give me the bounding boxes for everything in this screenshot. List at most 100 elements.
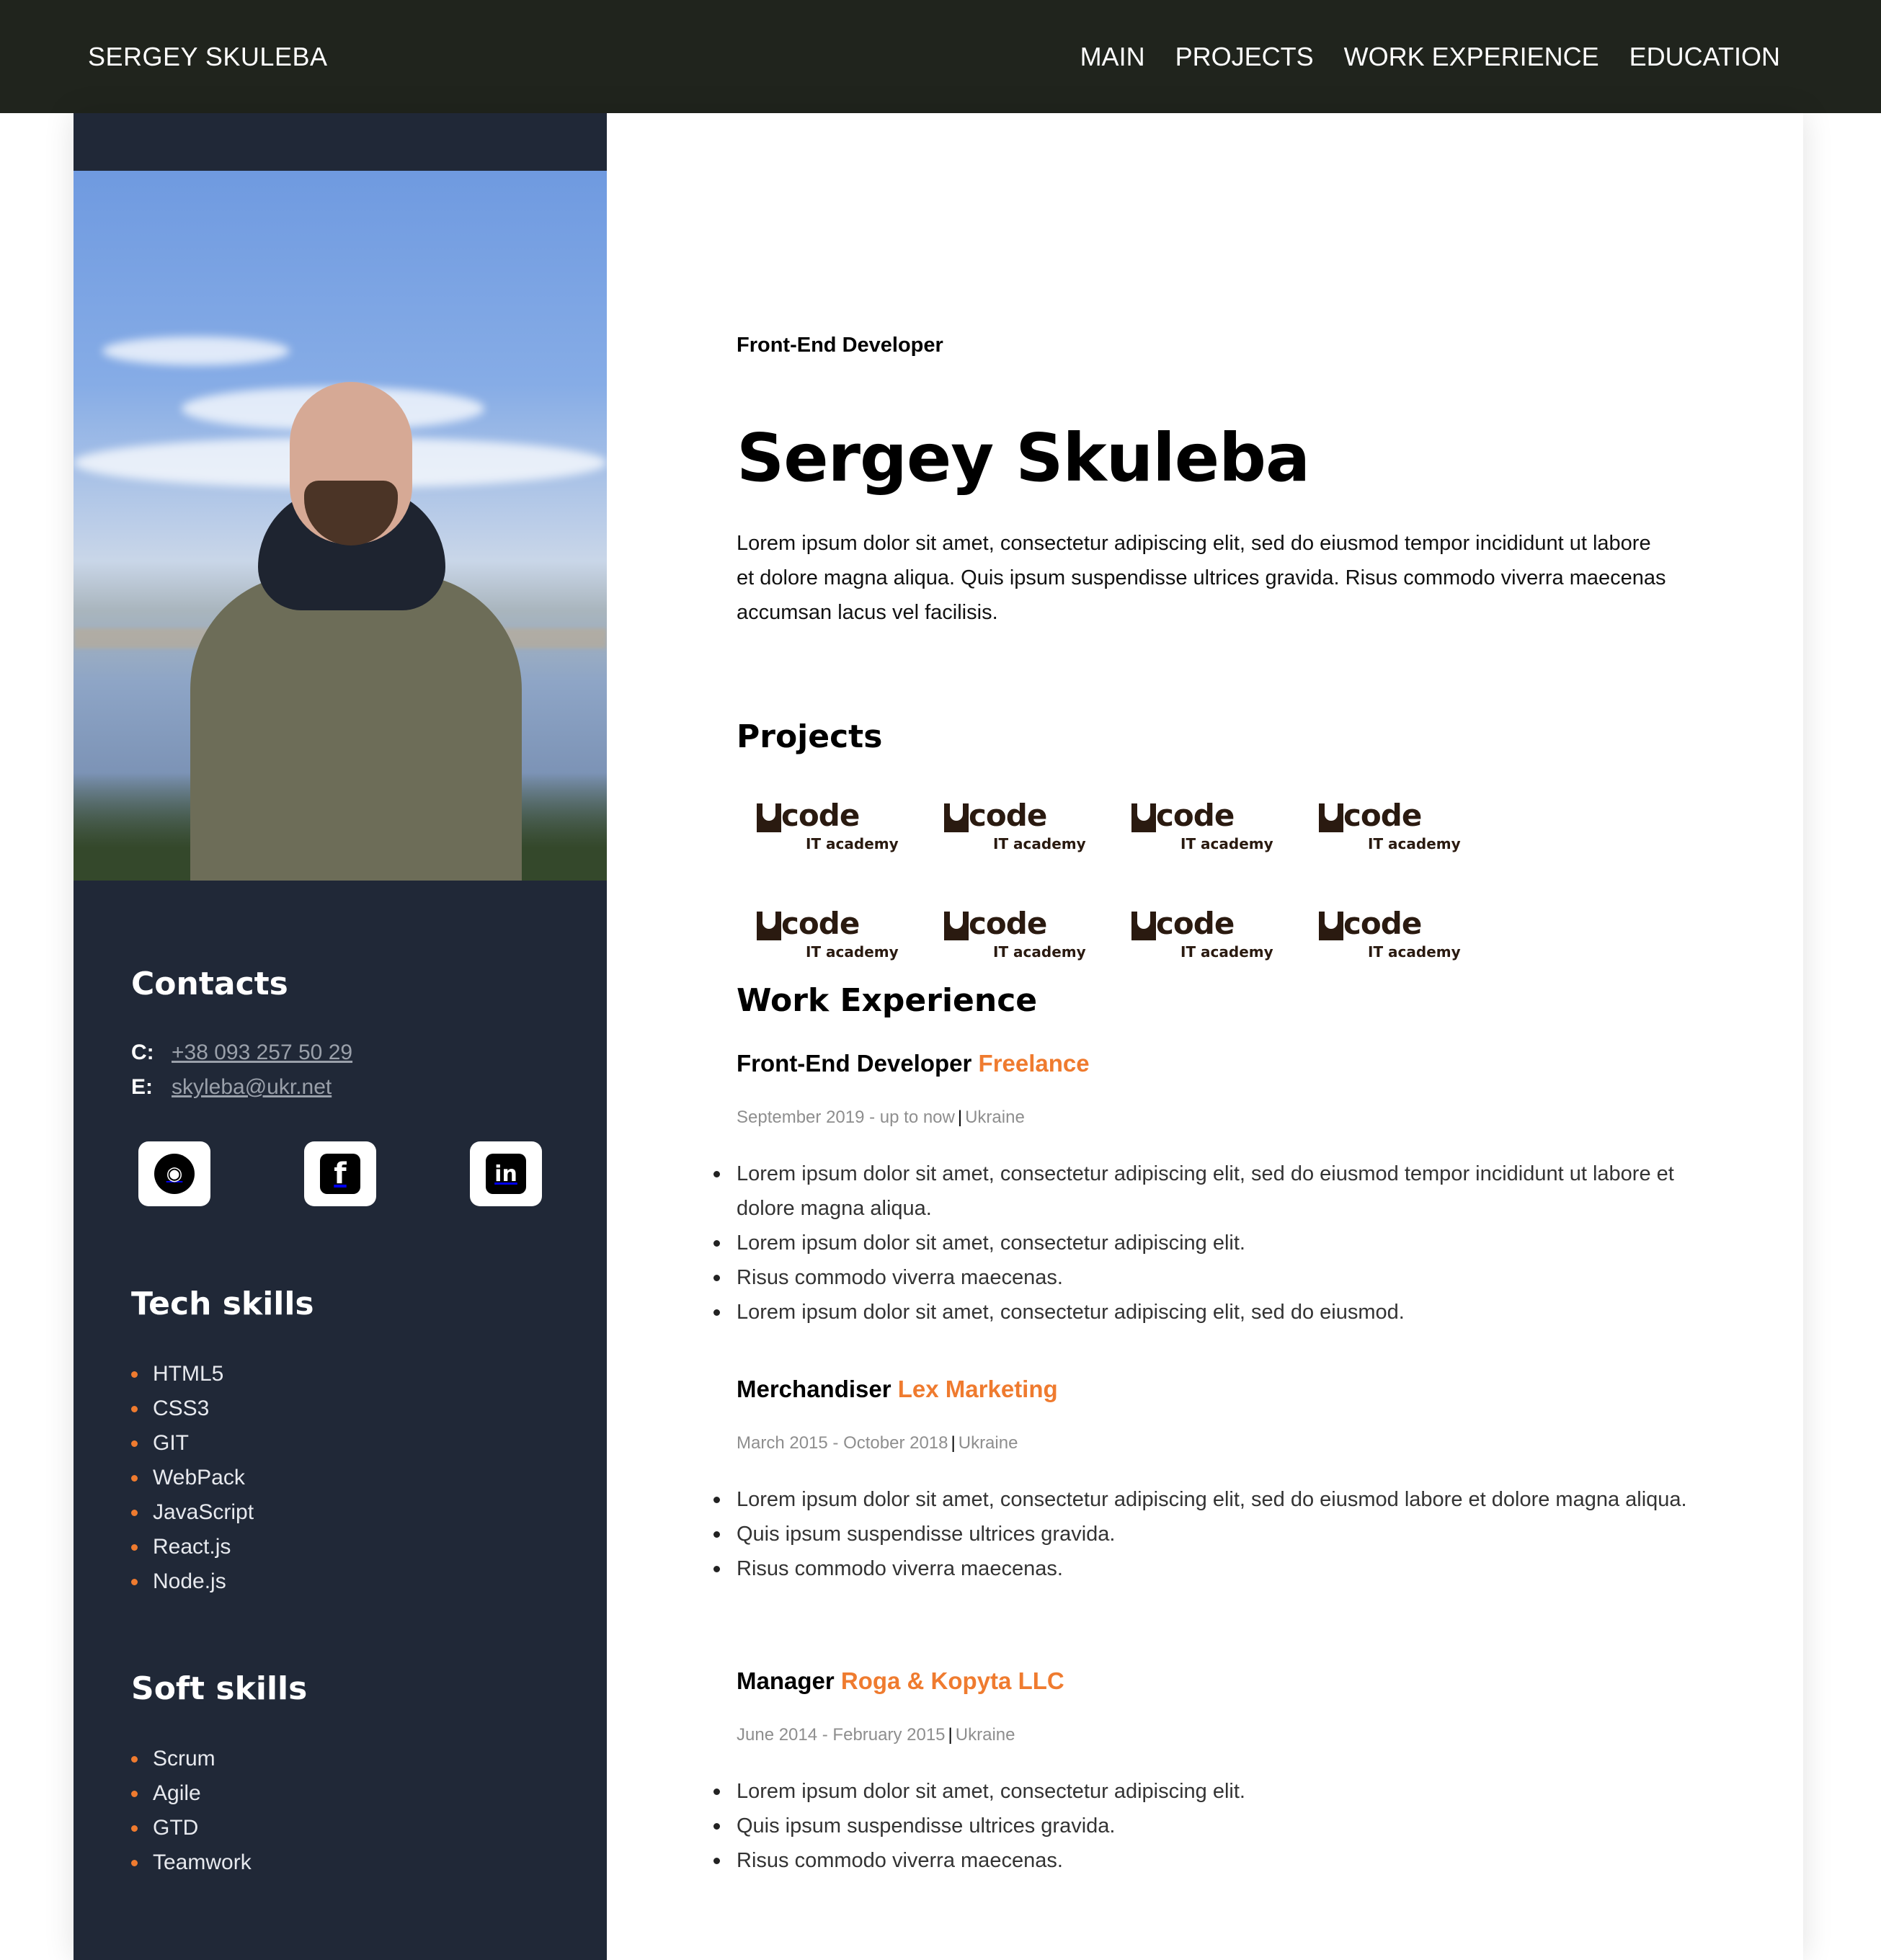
job-company: Lex Marketing xyxy=(897,1376,1058,1402)
logo-word: code xyxy=(1156,798,1235,833)
project-logo[interactable]: code IT academy xyxy=(1111,906,1277,971)
job-position: Front-End Developer xyxy=(737,1050,972,1077)
job-bullet: Lorem ipsum dolor sit amet, consectetur … xyxy=(713,1774,1702,1809)
facebook-icon: f xyxy=(320,1154,360,1194)
logo-word: code xyxy=(969,906,1047,941)
job-position: Merchandiser xyxy=(737,1376,891,1402)
job-bullet: Lorem ipsum dolor sit amet, consectetur … xyxy=(713,1157,1702,1226)
job-bullet: Lorem ipsum dolor sit amet, consectetur … xyxy=(713,1295,1702,1329)
job-title: Merchandiser Lex Marketing xyxy=(737,1376,1058,1403)
logo-word: code xyxy=(1156,906,1235,941)
nav-projects[interactable]: PROJECTS xyxy=(1175,42,1314,72)
ucode-mark xyxy=(1319,912,1343,940)
ucode-mark xyxy=(757,803,781,832)
logo-word: code xyxy=(1343,798,1422,833)
sidebar: Contacts C: +38 093 257 50 29 E: skyleba… xyxy=(74,113,607,1960)
logo-sub: IT academy xyxy=(1180,835,1273,852)
github-button[interactable]: ◉ xyxy=(138,1141,210,1206)
meta-separator: | xyxy=(957,1108,963,1127)
tech-skill-item: JavaScript xyxy=(131,1495,254,1530)
meta-separator: | xyxy=(948,1725,953,1745)
github-icon: ◉ xyxy=(154,1154,195,1194)
resume-sheet: Contacts C: +38 093 257 50 29 E: skyleba… xyxy=(74,113,1803,1960)
logo-word: code xyxy=(781,906,860,941)
soft-skill-item: Scrum xyxy=(131,1742,252,1776)
soft-skills-list: Scrum Agile GTD Teamwork xyxy=(131,1742,252,1880)
linkedin-button[interactable]: in xyxy=(470,1141,542,1206)
nav-education[interactable]: EDUCATION xyxy=(1629,42,1780,72)
tech-skill-item: WebPack xyxy=(131,1461,254,1495)
ucode-mark xyxy=(1131,912,1156,940)
job-position: Manager xyxy=(737,1667,835,1694)
nav-main[interactable]: MAIN xyxy=(1080,42,1145,72)
job-bullets: Lorem ipsum dolor sit amet, consectetur … xyxy=(713,1157,1702,1329)
job-bullets: Lorem ipsum dolor sit amet, consectetur … xyxy=(713,1482,1702,1586)
logo-sub: IT academy xyxy=(806,835,899,852)
job-bullet: Quis ipsum suspendisse ultrices gravida. xyxy=(713,1517,1702,1551)
project-logo[interactable]: code IT academy xyxy=(924,906,1090,971)
tech-skill-item: GIT xyxy=(131,1426,254,1461)
job-bullet: Quis ipsum suspendisse ultrices gravida. xyxy=(713,1809,1702,1843)
ucode-mark xyxy=(944,912,969,940)
tech-skill-item: Node.js xyxy=(131,1564,254,1599)
job-bullet: Risus commodo viverra maecenas. xyxy=(713,1843,1702,1878)
job-title: Front-End Developer Freelance xyxy=(737,1050,1090,1077)
job-meta: September 2019 - up to now | Ukraine xyxy=(737,1108,1025,1128)
logo-sub: IT academy xyxy=(993,943,1086,961)
facebook-button[interactable]: f xyxy=(304,1141,376,1206)
main-nav: MAIN PROJECTS WORK EXPERIENCE EDUCATION xyxy=(1080,42,1780,72)
top-navbar: SERGEY SKULEBA MAIN PROJECTS WORK EXPERI… xyxy=(0,0,1881,113)
logo-sub: IT academy xyxy=(1368,943,1461,961)
phone-link[interactable]: +38 093 257 50 29 xyxy=(172,1041,352,1065)
job-bullet: Lorem ipsum dolor sit amet, consectetur … xyxy=(713,1482,1702,1517)
project-logo[interactable]: code IT academy xyxy=(737,798,902,863)
job-location: Ukraine xyxy=(958,1433,1018,1453)
project-logo[interactable]: code IT academy xyxy=(1299,798,1464,863)
job-period: September 2019 - up to now xyxy=(737,1108,955,1127)
logo-word: code xyxy=(969,798,1047,833)
job-location: Ukraine xyxy=(965,1108,1025,1127)
tech-skill-item: CSS3 xyxy=(131,1391,254,1426)
meta-separator: | xyxy=(951,1433,956,1453)
project-logo[interactable]: code IT academy xyxy=(737,906,902,971)
nav-work-experience[interactable]: WORK EXPERIENCE xyxy=(1344,42,1599,72)
project-logo[interactable]: code IT academy xyxy=(1299,906,1464,971)
ucode-mark xyxy=(944,803,969,832)
job-bullet: Lorem ipsum dolor sit amet, consectetur … xyxy=(713,1226,1702,1260)
job-bullet: Risus commodo viverra maecenas. xyxy=(713,1551,1702,1586)
contact-phone-key: C: xyxy=(131,1041,154,1064)
contact-phone: C: +38 093 257 50 29 xyxy=(131,1041,352,1065)
photo-cloud xyxy=(102,337,290,365)
email-link[interactable]: skyleba@ukr.net xyxy=(172,1075,332,1100)
page-title: Sergey Skuleba xyxy=(737,419,1310,496)
job-company: Freelance xyxy=(978,1050,1090,1077)
job-meta: June 2014 - February 2015 | Ukraine xyxy=(737,1725,1015,1745)
logo-word: code xyxy=(781,798,860,833)
soft-skill-item: Teamwork xyxy=(131,1845,252,1880)
project-logo[interactable]: code IT academy xyxy=(924,798,1090,863)
project-logo[interactable]: code IT academy xyxy=(1111,798,1277,863)
job-company: Roga & Kopyta LLC xyxy=(840,1667,1064,1694)
work-experience-heading: Work Experience xyxy=(737,982,1038,1019)
job-period: March 2015 - October 2018 xyxy=(737,1433,948,1453)
brand-name[interactable]: SERGEY SKULEBA xyxy=(88,42,327,72)
job-role: Front-End Developer xyxy=(737,334,943,357)
intro-text: Lorem ipsum dolor sit amet, consectetur … xyxy=(737,532,1666,624)
job-title: Manager Roga & Kopyta LLC xyxy=(737,1667,1064,1695)
tech-skill-item: React.js xyxy=(131,1530,254,1564)
job-bullets: Lorem ipsum dolor sit amet, consectetur … xyxy=(713,1774,1702,1878)
ucode-mark xyxy=(757,912,781,940)
job-period: June 2014 - February 2015 xyxy=(737,1725,946,1745)
linkedin-icon: in xyxy=(486,1154,526,1194)
ucode-mark xyxy=(1131,803,1156,832)
soft-skills-heading: Soft skills xyxy=(131,1670,308,1707)
job-location: Ukraine xyxy=(955,1725,1015,1745)
logo-sub: IT academy xyxy=(1368,835,1461,852)
contacts-heading: Contacts xyxy=(131,966,288,1002)
person-jacket xyxy=(190,574,522,881)
logo-sub: IT academy xyxy=(993,835,1086,852)
tech-skills-heading: Tech skills xyxy=(131,1286,314,1322)
ucode-mark xyxy=(1319,803,1343,832)
soft-skill-item: GTD xyxy=(131,1811,252,1845)
logo-sub: IT academy xyxy=(806,943,899,961)
